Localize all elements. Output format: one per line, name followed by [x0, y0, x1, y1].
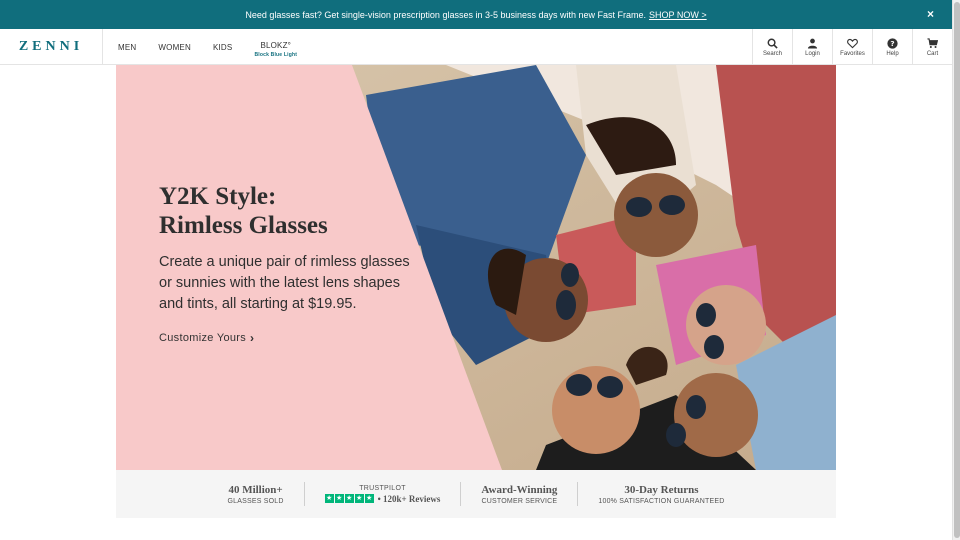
search-label: Search	[762, 50, 782, 57]
blokz-sublabel: Block Blue Light	[254, 52, 298, 58]
cart-label: Cart	[926, 50, 939, 57]
logo[interactable]: ZENNI	[0, 29, 103, 65]
svg-text:?: ?	[890, 39, 894, 48]
award-value: Award-Winning	[481, 483, 558, 496]
award-label: CUSTOMER SERVICE	[481, 497, 558, 505]
nav-item-kids[interactable]: KIDS	[213, 43, 232, 52]
search-button[interactable]: Search	[752, 29, 792, 65]
customize-yours-label: Customize Yours	[159, 332, 247, 344]
stat-glasses-sold: 40 Million+ GLASSES SOLD	[208, 484, 304, 505]
rating-stars: ★ ★ ★ ★ ★	[324, 494, 375, 503]
search-icon	[767, 38, 778, 49]
cart-button[interactable]: Cart	[912, 29, 952, 65]
hero-banner[interactable]: Y2K Style: Rimless Glasses Create a uniq…	[116, 65, 836, 470]
hero-description: Create a unique pair of rimless glasses …	[159, 254, 410, 312]
login-label: Login	[805, 50, 820, 57]
promo-text: Need glasses fast? Get single-vision pre…	[245, 9, 647, 20]
nav-item-men[interactable]: MEN	[118, 43, 136, 52]
main-nav: MEN WOMEN KIDS BLOKZ° Block Blue Light	[118, 29, 319, 65]
trust-bar: 40 Million+ GLASSES SOLD TRUSTPILOT ★ ★ …	[116, 470, 836, 518]
close-icon[interactable]: ×	[927, 7, 934, 21]
returns-value: 30-Day Returns	[624, 483, 699, 496]
help-label: Help	[886, 50, 899, 57]
stat-award: Award-Winning CUSTOMER SERVICE	[461, 484, 577, 505]
scrollbar-thumb[interactable]	[954, 2, 960, 538]
favorites-label: Favorites	[840, 50, 865, 57]
star-icon: ★	[354, 494, 364, 503]
star-icon: ★	[334, 494, 344, 503]
star-icon: ★	[324, 494, 334, 503]
heart-icon	[847, 38, 858, 48]
stat-trustpilot[interactable]: TRUSTPILOT ★ ★ ★ ★ ★ • 120k+ Reviews	[305, 485, 461, 504]
utility-nav: Search Login Favorites ? Help Cart	[752, 29, 952, 65]
nav-item-blokz[interactable]: BLOKZ° Block Blue Light	[254, 41, 297, 58]
site-header: ZENNI MEN WOMEN KIDS BLOKZ° Block Blue L…	[0, 29, 952, 65]
cart-icon	[927, 37, 938, 48]
glasses-sold-label: GLASSES SOLD	[227, 497, 284, 505]
trustpilot-reviews: • 120k+ Reviews	[377, 493, 441, 504]
star-icon: ★	[344, 494, 354, 503]
blokz-label: BLOKZ°	[260, 41, 292, 50]
returns-label: 100% SATISFACTION GUARANTEED	[598, 497, 725, 505]
glasses-sold-value: 40 Million+	[228, 483, 283, 496]
user-icon	[807, 38, 818, 49]
chevron-right-icon: ›	[250, 331, 255, 345]
help-icon: ?	[887, 37, 898, 49]
promo-banner: Need glasses fast? Get single-vision pre…	[0, 0, 952, 29]
hero-title-line1: Y2K Style:	[159, 183, 277, 210]
stat-returns: 30-Day Returns 100% SATISFACTION GUARANT…	[578, 484, 744, 505]
trustpilot-rating: ★ ★ ★ ★ ★ • 120k+ Reviews	[324, 493, 441, 504]
customize-yours-link[interactable]: Customize Yours ›	[159, 331, 254, 345]
login-button[interactable]: Login	[792, 29, 832, 65]
favorites-button[interactable]: Favorites	[832, 29, 872, 65]
shop-now-link[interactable]: SHOP NOW >	[649, 10, 707, 20]
help-button[interactable]: ? Help	[872, 29, 912, 65]
hero-title-line2: Rimless Glasses	[159, 212, 328, 239]
page-scrollbar[interactable]	[952, 0, 960, 540]
hero-title: Y2K Style: Rimless Glasses	[159, 182, 328, 240]
star-icon: ★	[364, 494, 374, 503]
nav-item-women[interactable]: WOMEN	[158, 43, 191, 52]
trustpilot-label: TRUSTPILOT	[359, 484, 406, 492]
